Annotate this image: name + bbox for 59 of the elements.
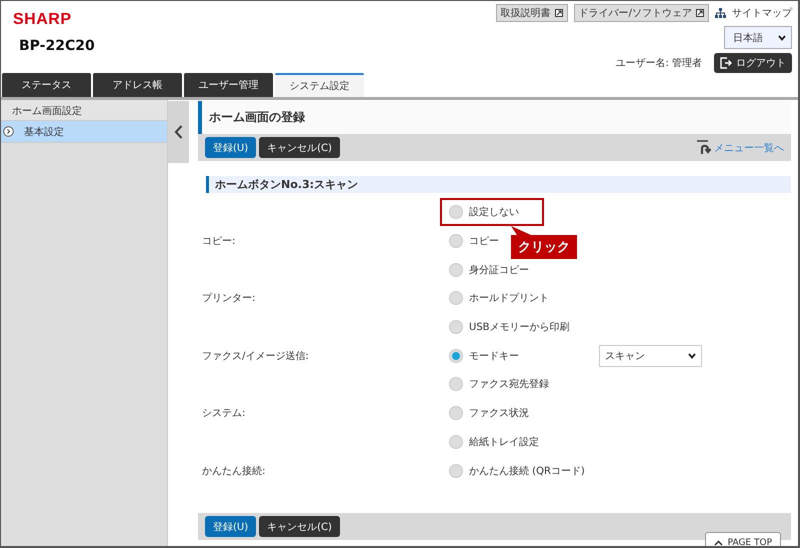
cancel-button[interactable]: キャンセル(C) <box>259 516 340 537</box>
doc-link[interactable]: ドライバー/ソフトウェア <box>574 4 709 22</box>
user-name: ユーザー名: 管理者 <box>615 56 702 70</box>
field-label: システム: <box>202 408 246 420</box>
model-name: BP-22C20 <box>18 38 95 54</box>
collapse-toggle[interactable] <box>168 101 189 163</box>
option-label: USBメモリーから印刷 <box>469 320 570 334</box>
option-label: モードキー <box>469 350 519 363</box>
chevron-circle-icon <box>3 126 14 137</box>
language-select[interactable]: 日本語 <box>724 26 792 49</box>
brand-logo: SHARP <box>13 11 73 29</box>
radio-button[interactable] <box>449 464 463 478</box>
field-label: ファクス/イメージ送信: <box>202 350 309 362</box>
radio-button[interactable] <box>449 348 463 363</box>
return-arrow-icon <box>696 140 712 155</box>
register-button[interactable]: 登録(U) <box>205 137 256 158</box>
mode-select[interactable]: スキャン <box>599 344 702 367</box>
field-label: かんたん接続: <box>202 466 266 477</box>
logout-button[interactable]: ログアウト <box>714 53 792 73</box>
cancel-button[interactable]: キャンセル(C) <box>259 137 340 158</box>
option-label: 身分証コピー <box>469 264 529 277</box>
register-button[interactable]: 登録(U) <box>205 516 256 537</box>
caret-icon <box>778 34 786 40</box>
nav-tab[interactable]: アドレス帳 <box>93 73 182 97</box>
option-label: コピー <box>469 235 499 248</box>
page-title: ホーム画面の登録 <box>198 101 791 134</box>
option-label: ファクス状況 <box>469 406 529 420</box>
logout-icon <box>720 57 732 69</box>
external-link-icon <box>554 9 563 17</box>
radio-button[interactable] <box>449 205 463 220</box>
radio-button[interactable] <box>449 320 463 334</box>
option-label: かんたん接続 (QRコード) <box>469 464 585 478</box>
option-label: ファクス宛先登録 <box>469 378 549 392</box>
chevron-up-icon <box>714 540 723 546</box>
caret-icon <box>688 352 696 359</box>
chevron-left-icon <box>174 125 183 139</box>
nav-tab[interactable]: システム設定 <box>275 73 364 97</box>
radio-button[interactable] <box>449 291 463 306</box>
option-label: 設定しない <box>469 206 519 220</box>
callout-pointer <box>511 226 531 236</box>
radio-button[interactable] <box>449 377 463 392</box>
radio-button[interactable] <box>449 434 463 449</box>
page-top-button[interactable]: PAGE TOP <box>704 532 781 546</box>
radio-button[interactable] <box>449 262 463 277</box>
nav-tab[interactable]: ユーザー管理 <box>184 73 273 97</box>
sitemap-link[interactable]: サイトマップ <box>732 6 792 20</box>
nav-tab[interactable]: ステータス <box>2 73 91 97</box>
radio-button[interactable] <box>449 406 463 420</box>
sidebar-item[interactable]: 基本設定 <box>1 121 167 143</box>
radio-button[interactable] <box>449 234 463 248</box>
section-title: ホームボタンNo.3:スキャン <box>206 176 791 193</box>
sitemap-icon <box>715 8 726 18</box>
field-label: プリンター: <box>202 293 256 304</box>
option-label: 給紙トレイ設定 <box>469 436 539 449</box>
option-label: ホールドプリント <box>469 292 549 306</box>
doc-link[interactable]: 取扱説明書 <box>496 4 568 22</box>
external-link-icon <box>696 9 704 17</box>
sidebar-title: ホーム画面設定 <box>1 100 167 121</box>
field-label: コピー: <box>202 236 236 248</box>
